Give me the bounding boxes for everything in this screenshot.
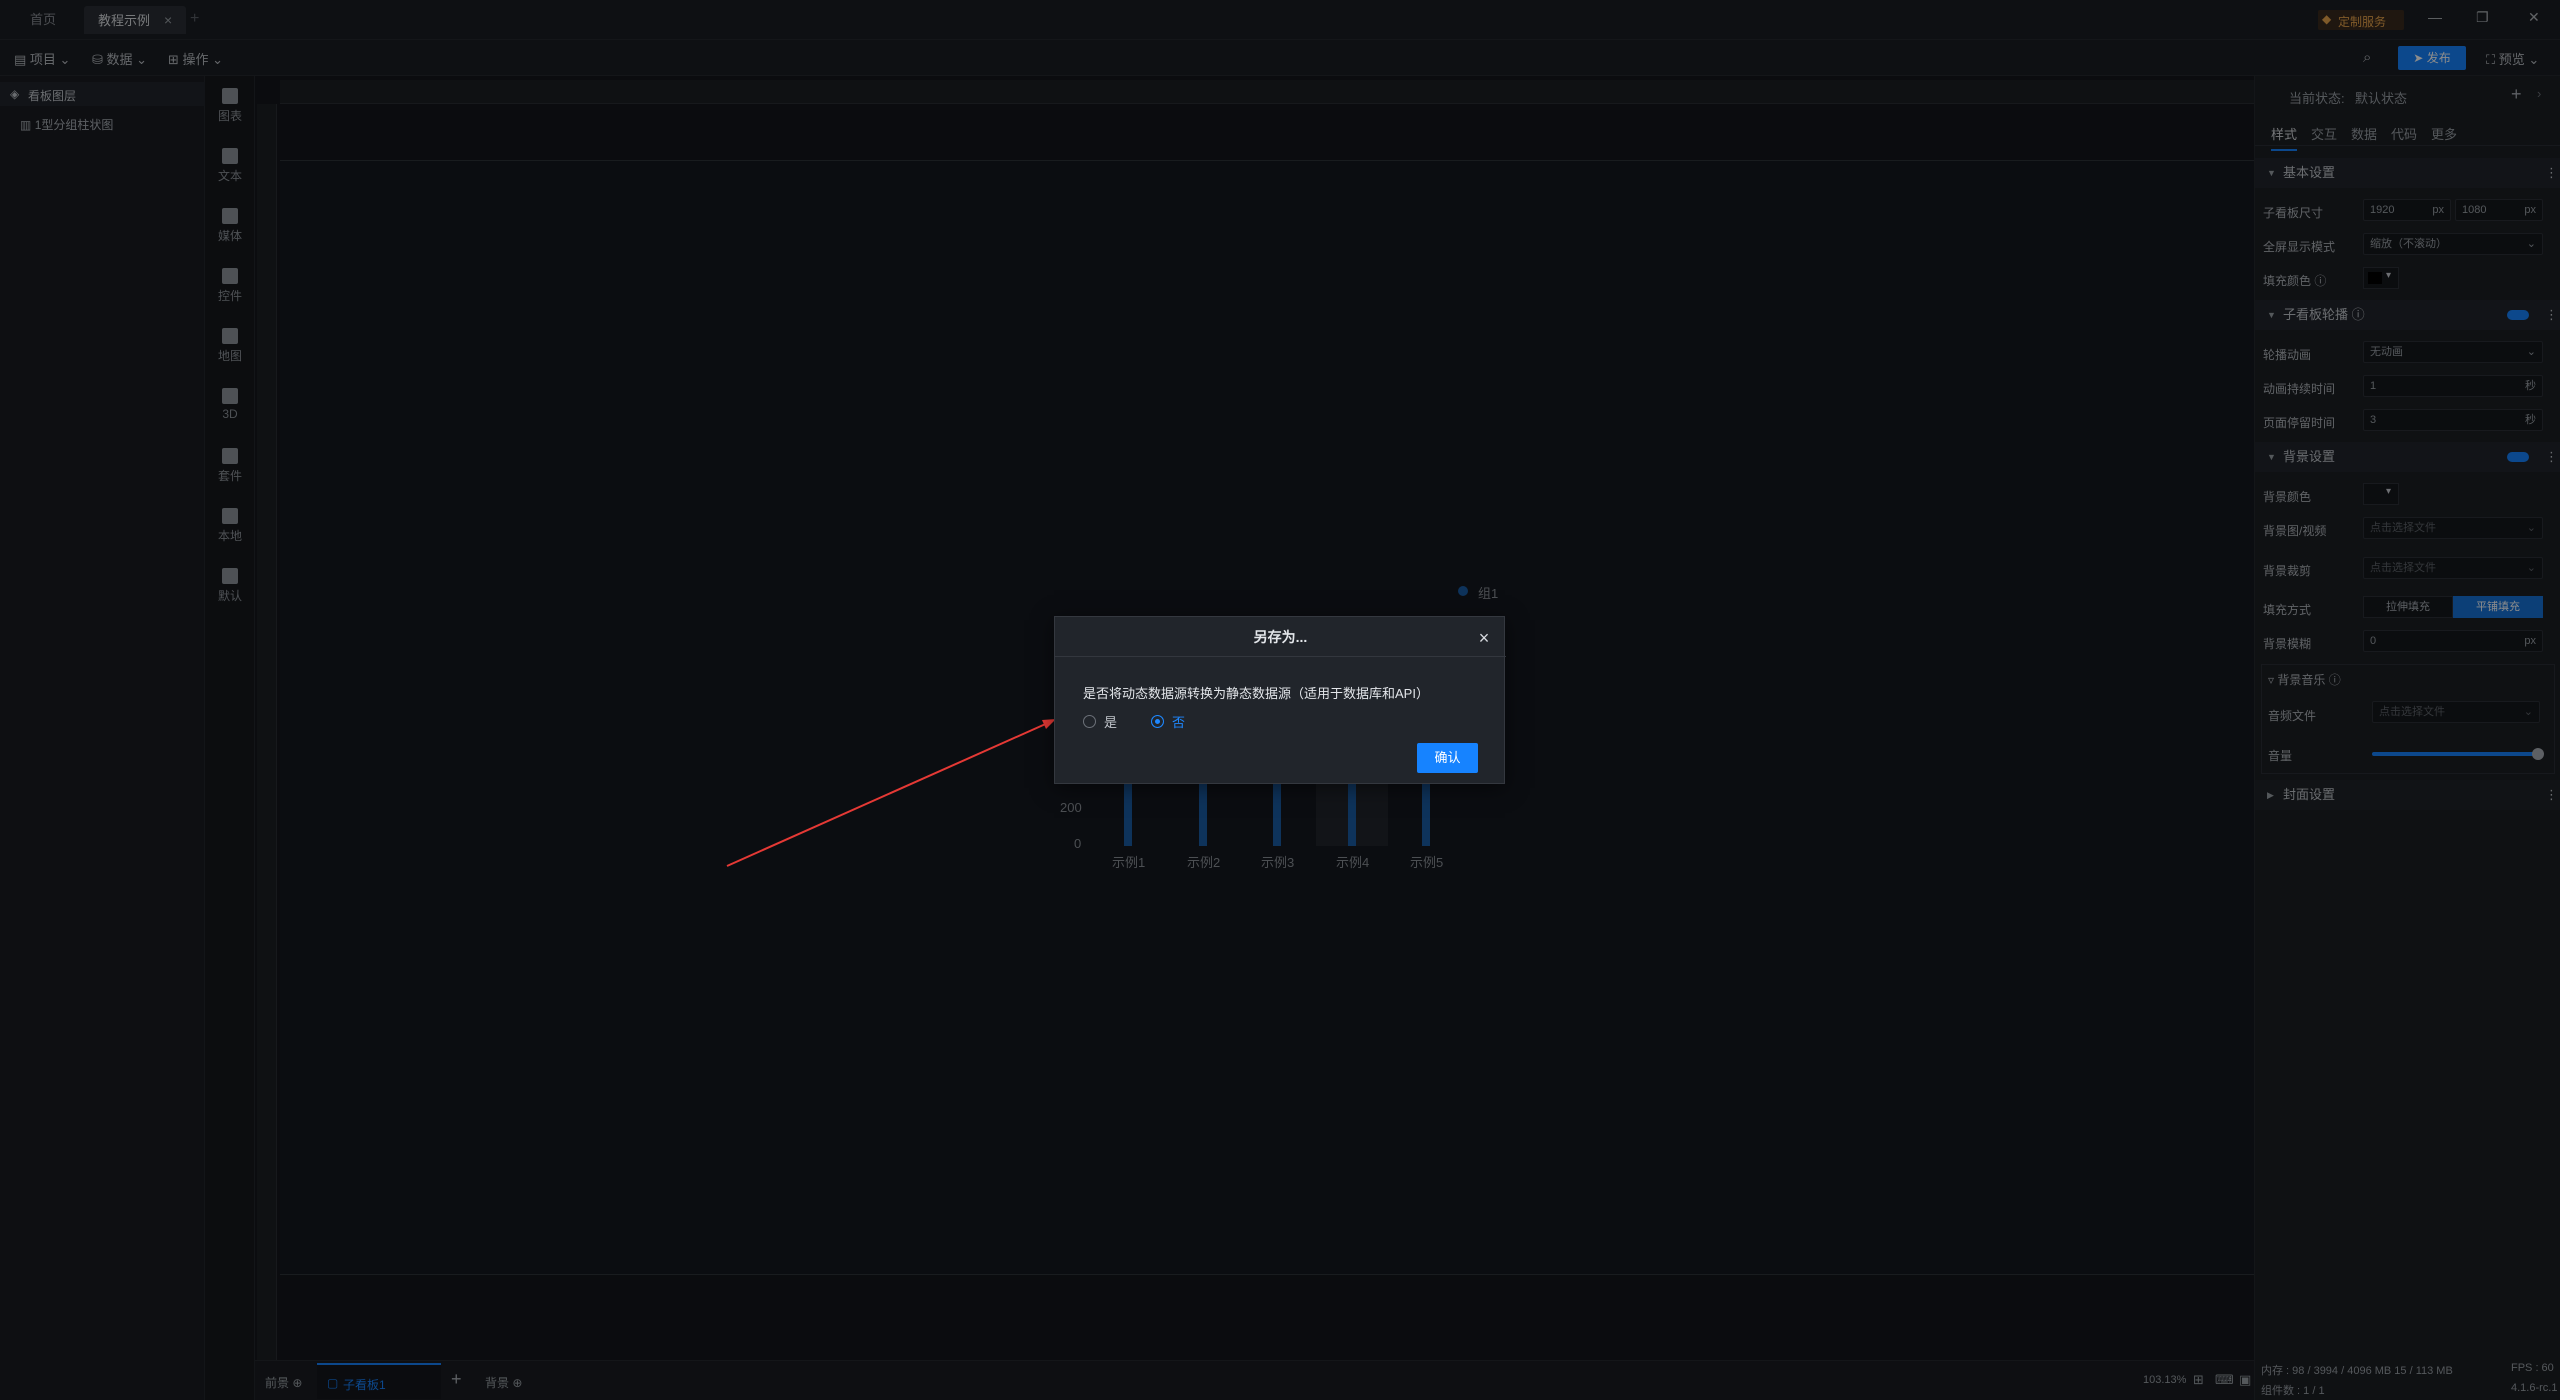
option-no[interactable]: 否	[1151, 712, 1185, 731]
radio-yes[interactable]	[1083, 715, 1096, 728]
confirm-button[interactable]: 确认	[1417, 743, 1478, 773]
close-icon[interactable]: ×	[1473, 627, 1495, 649]
dialog-title: 另存为...	[1055, 617, 1506, 657]
radio-no[interactable]	[1151, 715, 1164, 728]
dialog-question: 是否将动态数据源转换为静态数据源（适用于数据库和API）	[1083, 686, 1429, 701]
save-as-dialog: 另存为... × 是否将动态数据源转换为静态数据源（适用于数据库和API） 是 …	[1054, 616, 1506, 784]
option-yes[interactable]: 是	[1083, 712, 1117, 731]
